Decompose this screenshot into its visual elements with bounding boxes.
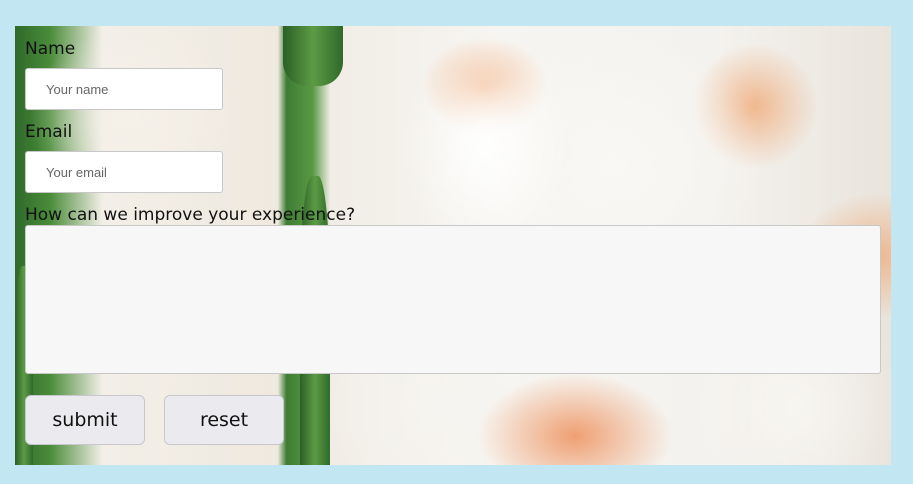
- email-label: Email: [25, 122, 73, 142]
- submit-button[interactable]: submit: [25, 395, 145, 445]
- name-input[interactable]: [25, 68, 223, 110]
- email-input[interactable]: [25, 151, 223, 193]
- name-label: Name: [25, 39, 76, 59]
- reset-button[interactable]: reset: [164, 395, 284, 445]
- feedback-textarea[interactable]: [25, 225, 881, 374]
- feedback-label: How can we improve your experience?: [25, 205, 356, 225]
- feedback-form-panel: Name Email How can we improve your exper…: [15, 26, 891, 465]
- flower-leaf-top: [283, 26, 343, 86]
